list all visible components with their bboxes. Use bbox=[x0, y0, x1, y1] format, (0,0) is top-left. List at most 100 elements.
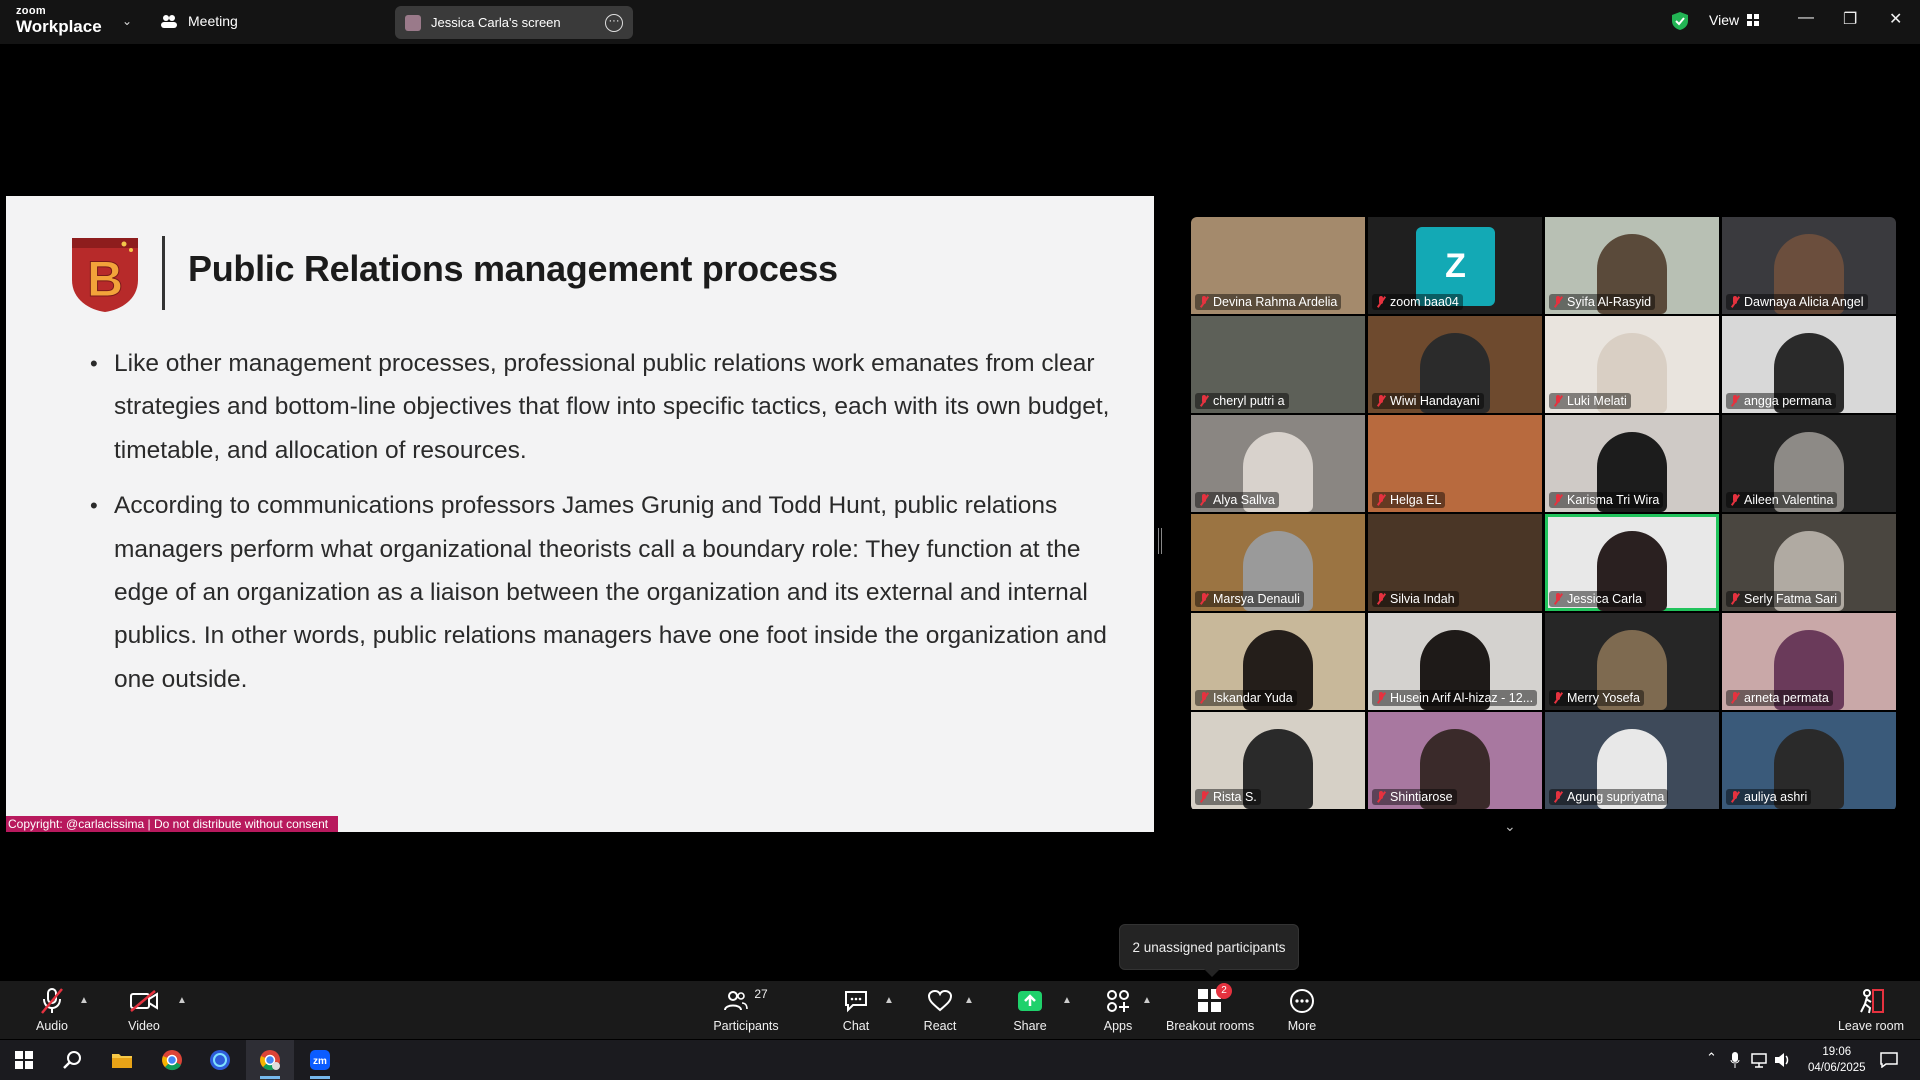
participant-tile[interactable]: Agung supriyatna bbox=[1545, 712, 1719, 809]
participant-tile[interactable]: Rista S. bbox=[1191, 712, 1365, 809]
participant-name-tag: Wiwi Handayani bbox=[1372, 393, 1484, 409]
participant-tile[interactable]: Syifa Al-Rasyid bbox=[1545, 217, 1719, 314]
more-button[interactable]: More bbox=[1284, 987, 1320, 1033]
windows-start-icon[interactable] bbox=[0, 1040, 48, 1080]
participant-tile[interactable]: Dawnaya Alicia Angel bbox=[1722, 217, 1896, 314]
network-icon[interactable] bbox=[1750, 1052, 1768, 1068]
muted-mic-icon bbox=[1376, 692, 1386, 704]
tray-microphone-icon[interactable] bbox=[1730, 1052, 1740, 1068]
participant-tile[interactable]: Karisma Tri Wira bbox=[1545, 415, 1719, 512]
participant-tile[interactable]: Serly Fatma Sari bbox=[1722, 514, 1896, 611]
participant-tile[interactable]: Aileen Valentina bbox=[1722, 415, 1896, 512]
participant-tile[interactable]: Helga EL bbox=[1368, 415, 1542, 512]
participant-name: Syifa Al-Rasyid bbox=[1567, 295, 1652, 309]
muted-mic-icon bbox=[1553, 593, 1563, 605]
chevron-down-icon[interactable]: ⌄ bbox=[122, 14, 132, 28]
more-icon bbox=[1290, 989, 1314, 1013]
taskbar-clock[interactable]: 19:06 04/06/2025 bbox=[1808, 1044, 1866, 1076]
breakout-rooms-button[interactable]: 2 Breakout rooms bbox=[1166, 983, 1254, 1033]
browser-app-icon[interactable] bbox=[196, 1040, 244, 1080]
windows-taskbar: zm ⌃ 19:06 04/06/2025 bbox=[0, 1040, 1920, 1080]
share-button[interactable]: Share bbox=[1012, 987, 1048, 1033]
participant-name: Aileen Valentina bbox=[1744, 493, 1834, 507]
chat-button[interactable]: Chat bbox=[838, 987, 874, 1033]
participant-name: Merry Yosefa bbox=[1567, 691, 1640, 705]
participant-tile[interactable]: Devina Rahma Ardelia bbox=[1191, 217, 1365, 314]
participant-name: arneta permata bbox=[1744, 691, 1829, 705]
muted-mic-icon bbox=[1376, 593, 1386, 605]
react-options-caret-icon[interactable]: ▲ bbox=[964, 995, 974, 1006]
close-icon[interactable]: ✕ bbox=[1889, 9, 1902, 29]
participant-tile[interactable]: cheryl putri a bbox=[1191, 316, 1365, 413]
participants-count: 27 bbox=[754, 987, 768, 1001]
participant-tile[interactable]: Merry Yosefa bbox=[1545, 613, 1719, 710]
participant-tile[interactable]: Zzoom baa04 bbox=[1368, 217, 1542, 314]
notifications-icon[interactable] bbox=[1880, 1052, 1898, 1068]
participant-tile[interactable]: Jessica Carla bbox=[1545, 514, 1719, 611]
microphone-muted-icon bbox=[41, 988, 63, 1014]
video-label: Video bbox=[128, 1019, 160, 1033]
participant-name: Silvia Indah bbox=[1390, 592, 1455, 606]
participant-tile[interactable]: Husein Arif Al-hizaz - 12... bbox=[1368, 613, 1542, 710]
minimize-icon[interactable]: — bbox=[1798, 9, 1814, 27]
participant-name: Alya Sallva bbox=[1213, 493, 1275, 507]
encryption-shield-icon[interactable] bbox=[1671, 11, 1689, 31]
chrome-profile-icon[interactable] bbox=[246, 1040, 294, 1080]
participant-name-tag: arneta permata bbox=[1726, 690, 1833, 706]
participant-name: Dawnaya Alicia Angel bbox=[1744, 295, 1864, 309]
zoom-app-icon[interactable]: zm bbox=[296, 1040, 344, 1080]
participants-button[interactable]: 27 Participants bbox=[708, 987, 784, 1033]
search-icon[interactable] bbox=[48, 1040, 96, 1080]
video-options-caret-icon[interactable]: ▲ bbox=[177, 995, 187, 1006]
screen-share-pill[interactable]: Jessica Carla's screen ··· bbox=[395, 6, 633, 39]
react-button[interactable]: React bbox=[922, 987, 958, 1033]
muted-mic-icon bbox=[1730, 593, 1740, 605]
split-resize-handle[interactable] bbox=[1158, 528, 1162, 554]
participant-name: angga permana bbox=[1744, 394, 1832, 408]
participant-tile[interactable]: Alya Sallva bbox=[1191, 415, 1365, 512]
restore-icon[interactable]: ❐ bbox=[1843, 9, 1857, 29]
participant-tile[interactable]: Iskandar Yuda bbox=[1191, 613, 1365, 710]
share-options-caret-icon[interactable]: ▲ bbox=[1062, 995, 1072, 1006]
apps-icon bbox=[1107, 990, 1129, 1012]
apps-options-caret-icon[interactable]: ▲ bbox=[1142, 995, 1152, 1006]
clock-date: 04/06/2025 bbox=[1808, 1062, 1866, 1074]
apps-button[interactable]: Apps bbox=[1100, 987, 1136, 1033]
muted-mic-icon bbox=[1199, 395, 1209, 407]
muted-mic-icon bbox=[1553, 692, 1563, 704]
zoom-workplace-logo[interactable]: zoom Workplace bbox=[16, 6, 102, 36]
leave-room-button[interactable]: Leave room bbox=[1836, 987, 1906, 1033]
chat-options-caret-icon[interactable]: ▲ bbox=[884, 995, 894, 1006]
screen-share-label: Jessica Carla's screen bbox=[431, 15, 561, 30]
chat-icon bbox=[845, 991, 867, 1013]
participant-name: Rista S. bbox=[1213, 790, 1257, 804]
audio-options-caret-icon[interactable]: ▲ bbox=[79, 995, 89, 1006]
audio-button[interactable]: Audio bbox=[34, 987, 70, 1033]
view-menu[interactable]: View bbox=[1709, 12, 1760, 28]
participant-tile[interactable]: Shintiarose bbox=[1368, 712, 1542, 809]
participant-name-tag: auliya ashri bbox=[1726, 789, 1812, 805]
participant-tile[interactable]: angga permana bbox=[1722, 316, 1896, 413]
participant-name: Helga EL bbox=[1390, 493, 1442, 507]
tray-overflow-chevron-icon[interactable]: ⌃ bbox=[1706, 1050, 1717, 1066]
apps-label: Apps bbox=[1103, 1019, 1133, 1033]
gallery-scroll-down-icon[interactable]: ⌄ bbox=[1504, 818, 1516, 835]
participant-tile[interactable]: Silvia Indah bbox=[1368, 514, 1542, 611]
chrome-icon[interactable] bbox=[148, 1040, 196, 1080]
video-button[interactable]: Video bbox=[126, 987, 162, 1033]
volume-icon[interactable] bbox=[1774, 1052, 1792, 1068]
meeting-label: Meeting bbox=[188, 13, 238, 29]
muted-mic-icon bbox=[1376, 296, 1386, 308]
participant-tile[interactable]: Marsya Denauli bbox=[1191, 514, 1365, 611]
grid-view-icon bbox=[1747, 14, 1760, 26]
meeting-menu[interactable]: Meeting bbox=[160, 13, 238, 29]
participant-tile[interactable]: Wiwi Handayani bbox=[1368, 316, 1542, 413]
participants-icon bbox=[724, 991, 749, 1011]
more-options-icon[interactable]: ··· bbox=[605, 13, 623, 32]
participant-tile[interactable]: arneta permata bbox=[1722, 613, 1896, 710]
file-explorer-icon[interactable] bbox=[98, 1040, 146, 1080]
participant-tile[interactable]: Luki Melati bbox=[1545, 316, 1719, 413]
participant-tile[interactable]: auliya ashri bbox=[1722, 712, 1896, 809]
logo-line2: Workplace bbox=[16, 17, 102, 36]
participant-name-tag: Karisma Tri Wira bbox=[1549, 492, 1664, 508]
